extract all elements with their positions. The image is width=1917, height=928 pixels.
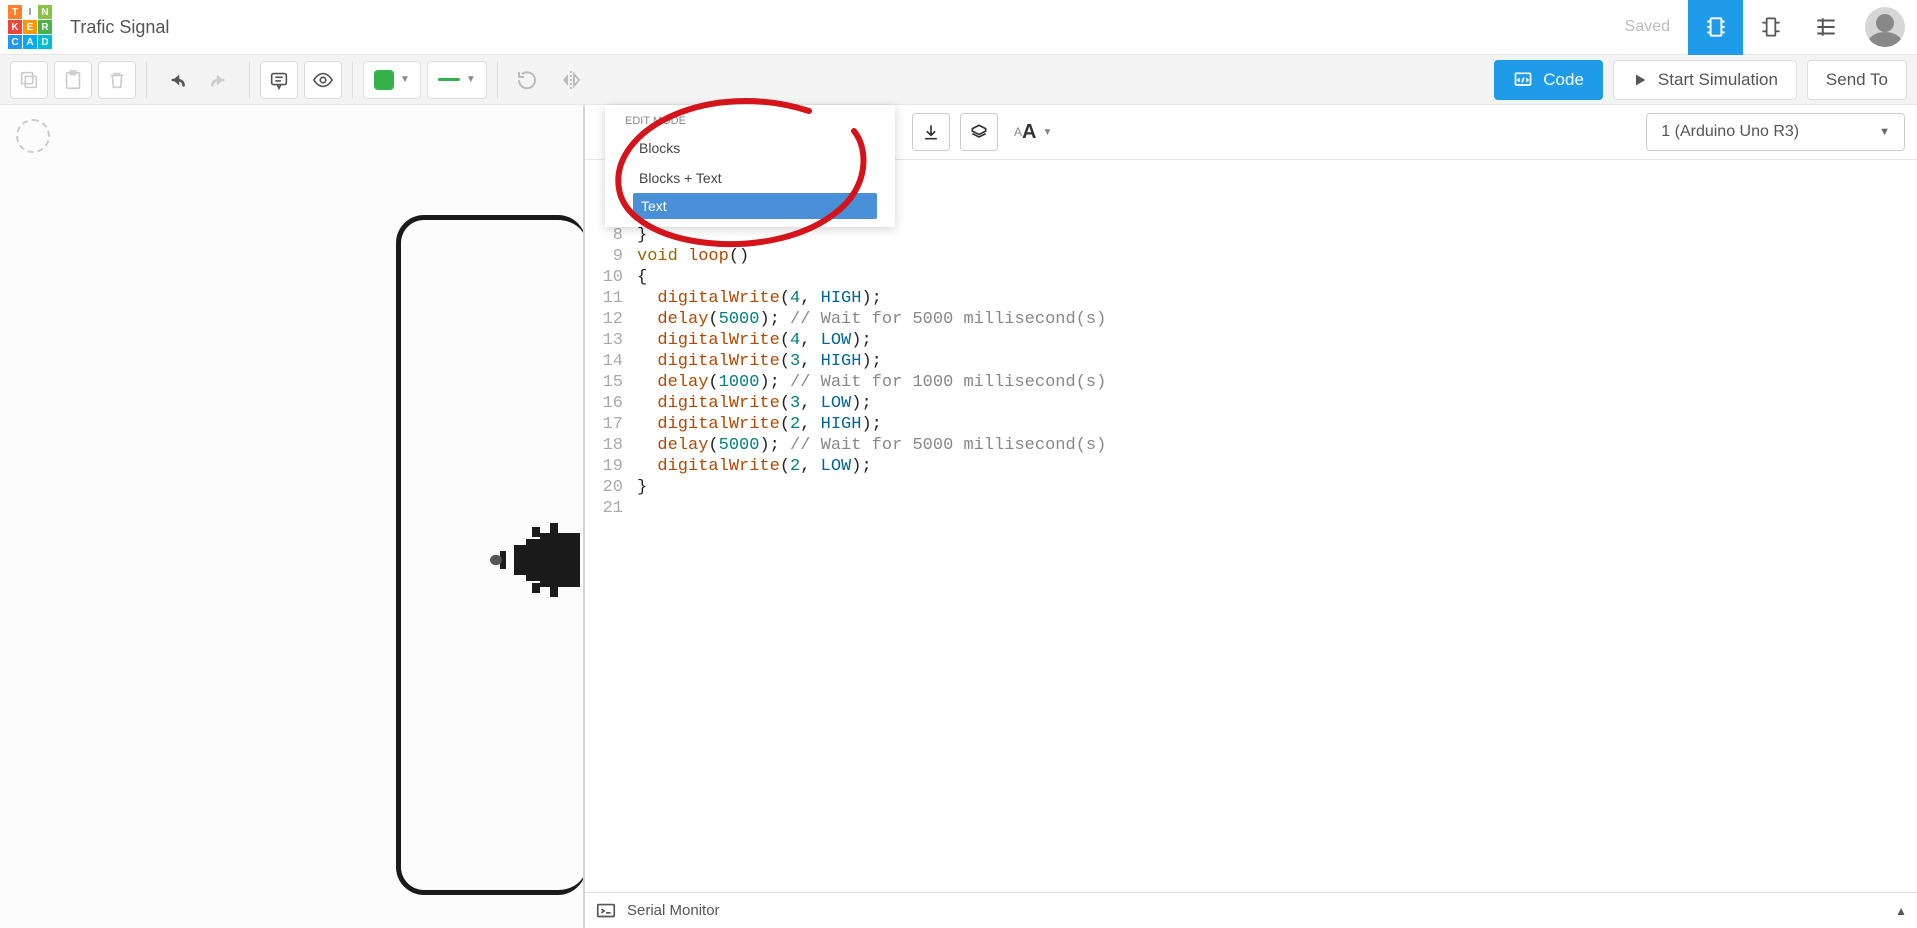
redo-button[interactable] — [201, 61, 239, 99]
edit-mode-heading: EDIT MODE — [605, 113, 895, 133]
app-header: TINKERCAD Trafic Signal Saved — [0, 0, 1917, 55]
component-connector[interactable] — [480, 505, 590, 615]
edit-mode-dropdown[interactable]: EDIT MODE BlocksBlocks + TextText — [605, 105, 895, 227]
line-number-gutter: 56789101112131415161718192021 — [585, 160, 631, 892]
copy-button[interactable] — [10, 61, 48, 99]
text-size-picker[interactable]: AA ▼ — [1008, 113, 1058, 151]
wire-style-picker[interactable]: ▼ — [427, 61, 487, 99]
code-editor[interactable]: 56789101112131415161718192021 pinMode(4,… — [585, 160, 1917, 892]
edit-mode-option[interactable]: Text — [633, 193, 877, 219]
wire-dash-icon — [438, 78, 460, 81]
board-selector[interactable]: 1 (Arduino Uno R3) ▼ — [1646, 113, 1905, 151]
user-avatar[interactable] — [1865, 7, 1905, 47]
board-selector-label: 1 (Arduino Uno R3) — [1661, 123, 1799, 141]
code-button[interactable]: Code — [1494, 60, 1603, 100]
serial-monitor-bar[interactable]: Serial Monitor ▲ — [585, 892, 1917, 928]
rotate-button[interactable] — [508, 61, 546, 99]
code-button-label: Code — [1543, 70, 1584, 90]
code-panel: EDIT MODE BlocksBlocks + TextText AA ▼ 1… — [583, 105, 1917, 928]
annotation-button[interactable] — [260, 61, 298, 99]
mirror-button[interactable] — [552, 61, 590, 99]
send-to-button[interactable]: Send To — [1807, 60, 1907, 100]
color-picker[interactable]: ▼ — [363, 61, 421, 99]
tinkercad-logo[interactable]: TINKERCAD — [8, 5, 52, 49]
edit-mode-option[interactable]: Blocks — [605, 133, 895, 163]
send-to-label: Send To — [1826, 70, 1888, 90]
main-toolbar: ▼ ▼ Code Start Simulation Send To — [0, 55, 1917, 105]
chevron-down-icon: ▼ — [466, 74, 476, 85]
project-title[interactable]: Trafic Signal — [70, 17, 169, 38]
serial-monitor-label: Serial Monitor — [627, 902, 720, 919]
zoom-to-fit-button[interactable] — [16, 119, 50, 153]
start-simulation-label: Start Simulation — [1658, 70, 1778, 90]
component-list-icon[interactable] — [1798, 0, 1853, 55]
chevron-down-icon: ▼ — [1042, 127, 1052, 138]
serial-monitor-icon — [595, 900, 617, 922]
start-simulation-button[interactable]: Start Simulation — [1613, 60, 1797, 100]
paste-button[interactable] — [54, 61, 92, 99]
workspace: EDIT MODE BlocksBlocks + TextText AA ▼ 1… — [0, 105, 1917, 928]
delete-button[interactable] — [98, 61, 136, 99]
schematic-view-icon[interactable] — [1743, 0, 1798, 55]
visibility-toggle-button[interactable] — [304, 61, 342, 99]
libraries-button[interactable] — [960, 113, 998, 151]
chevron-down-icon: ▼ — [400, 74, 410, 85]
circuit-canvas[interactable] — [0, 105, 583, 928]
save-status: Saved — [1625, 18, 1670, 36]
chevron-up-icon: ▲ — [1895, 904, 1907, 918]
code-body[interactable]: pinMode(4, OUTPUT); pinMode(3, OUTPUT); … — [631, 160, 1917, 892]
download-code-button[interactable] — [912, 113, 950, 151]
undo-button[interactable] — [157, 61, 195, 99]
code-toolbar: EDIT MODE BlocksBlocks + TextText AA ▼ 1… — [585, 105, 1917, 160]
color-swatch-icon — [374, 70, 394, 90]
edit-mode-option[interactable]: Blocks + Text — [605, 163, 895, 193]
chevron-down-icon: ▼ — [1879, 126, 1890, 138]
circuit-view-icon[interactable] — [1688, 0, 1743, 55]
